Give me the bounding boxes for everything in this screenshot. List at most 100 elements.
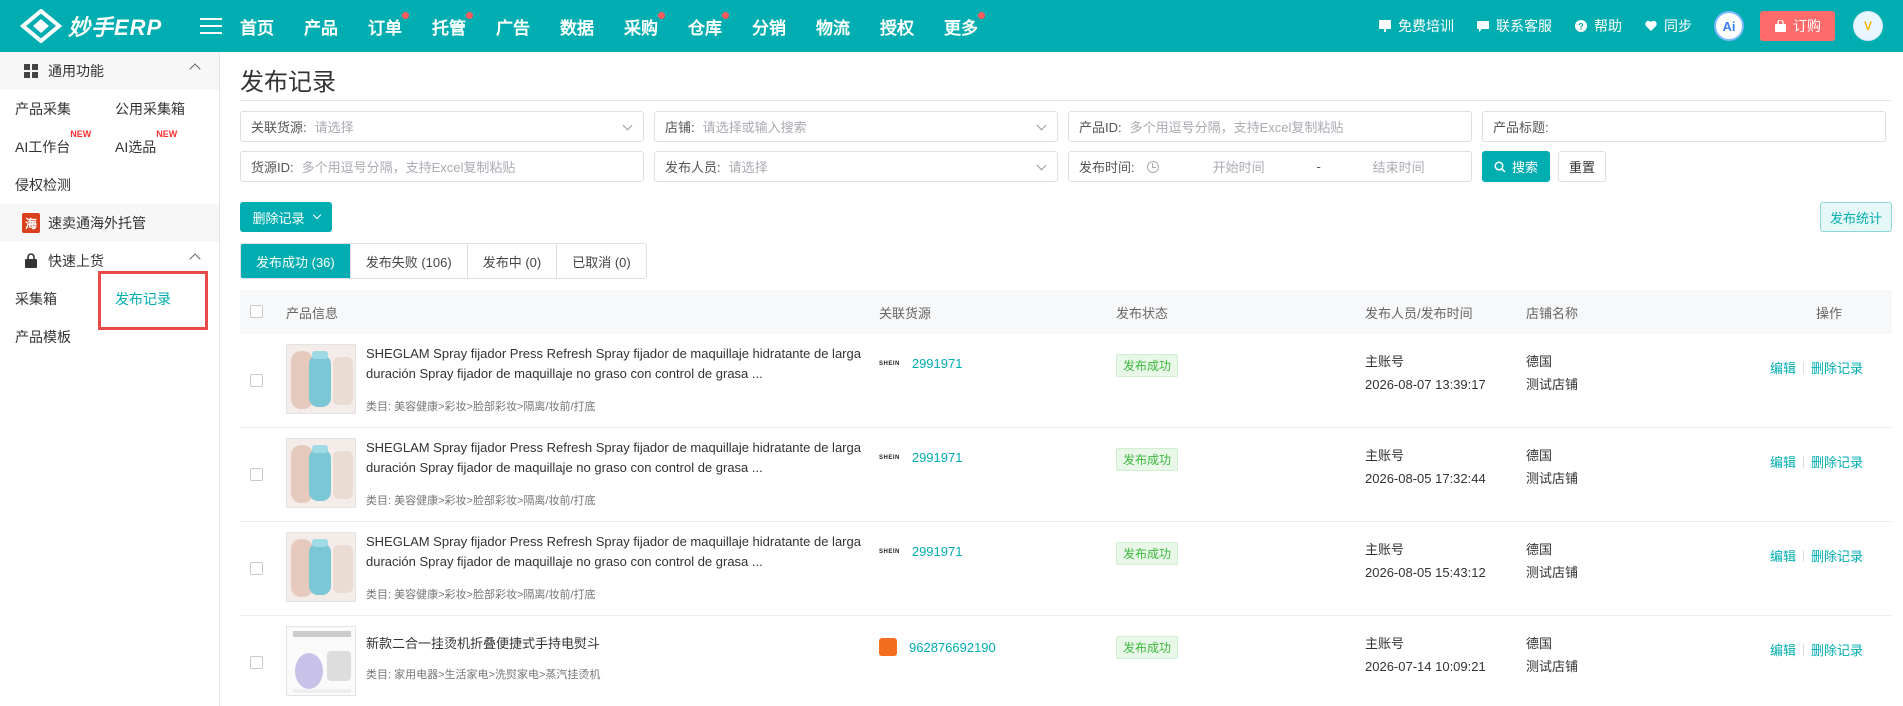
sync-label: 同步 <box>1664 18 1692 34</box>
nav-label: 广告 <box>496 18 530 38</box>
product-thumbnail[interactable] <box>286 626 356 696</box>
product-name[interactable]: 新款二合一挂烫机折叠便捷式手持电熨斗 <box>366 634 861 654</box>
product-name[interactable]: SHEGLAM Spray fijador Press Refresh Spra… <box>366 438 861 478</box>
table-header: 产品信息 关联货源 发布状态 发布人员/发布时间 店铺名称 操作 <box>240 290 1892 334</box>
hai-icon: 海 <box>22 213 40 233</box>
delete-record-link[interactable]: 删除记录 <box>1811 546 1863 565</box>
row-checkbox[interactable] <box>250 374 263 387</box>
product-name[interactable]: SHEGLAM Spray fijador Press Refresh Spra… <box>366 344 861 384</box>
source-id-link[interactable]: 2991971 <box>912 356 963 371</box>
nav-item-home[interactable]: 首页 <box>240 14 274 39</box>
nav-item-warehouse[interactable]: 仓库 <box>688 11 729 39</box>
nav-item-purchase[interactable]: 采购 <box>624 11 665 39</box>
nav-item-hosting[interactable]: 托管 <box>432 11 473 39</box>
delete-record-link[interactable]: 删除记录 <box>1811 452 1863 471</box>
free-training-link[interactable]: 免费培训 <box>1378 16 1454 36</box>
source-info: SHEIN 2991971 <box>879 544 962 559</box>
group-label: 速卖通海外托管 <box>48 215 146 231</box>
tab-publish-failed[interactable]: 发布失败 (106) <box>350 244 468 278</box>
product-thumbnail[interactable] <box>286 438 356 508</box>
nav-item-distribution[interactable]: 分销 <box>752 14 786 39</box>
sidebar-item-product-collect[interactable]: 产品采集 <box>0 99 100 119</box>
nav-label: 首页 <box>240 18 274 38</box>
publish-stats-button[interactable]: 发布统计 <box>1820 202 1892 232</box>
source-id-link[interactable]: 2991971 <box>912 544 963 559</box>
row-checkbox[interactable] <box>250 562 263 575</box>
sidebar-item-product-template[interactable]: 产品模板 <box>0 327 100 347</box>
search-button[interactable]: 搜索 <box>1482 151 1550 182</box>
store-info: 德国 测试店铺 <box>1526 542 1579 580</box>
source-id-input[interactable]: 货源ID: 多个用逗号分隔，支持Excel复制粘贴 <box>240 151 644 182</box>
row-checkbox[interactable] <box>250 468 263 481</box>
publish-time-range[interactable]: 发布时间: 开始时间 - 结束时间 <box>1068 151 1472 182</box>
filter-label: 发布时间: <box>1079 160 1135 175</box>
nav-item-ads[interactable]: 广告 <box>496 14 530 39</box>
sidebar-item-ai-workbench[interactable]: AI工作台 NEW <box>0 129 100 157</box>
delete-record-link[interactable]: 删除记录 <box>1811 358 1863 377</box>
delete-records-dropdown[interactable]: 删除记录 <box>240 202 332 232</box>
row-checkbox[interactable] <box>250 656 263 669</box>
edit-link[interactable]: 编辑 <box>1770 358 1796 377</box>
product-category: 类目: 美容健康>彩妆>脸部彩妆>隔离/妆前/打底 <box>366 401 596 413</box>
header-product-info: 产品信息 <box>286 305 339 321</box>
status-tabs: 发布成功 (36) 发布失败 (106) 发布中 (0) 已取消 (0) <box>240 243 647 279</box>
main-nav: 首页 产品 订单 托管 广告 数据 采购 仓库 分销 物流 授权 更多 <box>240 11 1008 39</box>
sync-link[interactable]: 同步 <box>1644 16 1692 36</box>
source-select[interactable]: 关联货源: 请选择 <box>240 111 644 142</box>
ai-assistant-button[interactable]: Ai <box>1714 11 1744 41</box>
sidebar-item-infringement-check[interactable]: 侵权检测 <box>0 175 100 195</box>
edit-link[interactable]: 编辑 <box>1770 452 1796 471</box>
product-thumbnail[interactable] <box>286 344 356 414</box>
product-title-input[interactable]: 产品标题: <box>1482 111 1886 142</box>
filter-label: 产品ID: <box>1079 120 1122 135</box>
grid-icon <box>22 62 40 80</box>
filter-placeholder: 多个用逗号分隔，支持Excel复制粘贴 <box>1129 120 1344 135</box>
start-time-placeholder[interactable]: 开始时间 <box>1179 157 1299 176</box>
publisher-select[interactable]: 发布人员: 请选择 <box>654 151 1058 182</box>
product-name[interactable]: SHEGLAM Spray fijador Press Refresh Spra… <box>366 532 861 572</box>
filter-placeholder: 多个用逗号分隔，支持Excel复制粘贴 <box>301 160 516 175</box>
edit-link[interactable]: 编辑 <box>1770 546 1796 565</box>
menu-toggle-icon[interactable] <box>200 18 222 34</box>
1688-logo-icon <box>879 638 897 656</box>
tab-publishing[interactable]: 发布中 (0) <box>467 244 558 278</box>
sidebar-item-collect-box[interactable]: 采集箱 <box>0 289 100 309</box>
app-logo[interactable]: 妙手ERP <box>20 9 195 43</box>
nav-item-authorization[interactable]: 授权 <box>880 14 914 39</box>
top-navigation-bar: 妙手ERP 首页 产品 订单 托管 广告 数据 采购 仓库 分销 物流 授权 更… <box>0 0 1903 52</box>
nav-item-orders[interactable]: 订单 <box>368 11 409 39</box>
order-button[interactable]: 订购 <box>1760 11 1835 41</box>
shop-select[interactable]: 店铺: 请选择或输入搜索 <box>654 111 1058 142</box>
nav-item-products[interactable]: 产品 <box>304 14 338 39</box>
source-info: SHEIN 2991971 <box>879 450 962 465</box>
product-id-input[interactable]: 产品ID: 多个用逗号分隔，支持Excel复制粘贴 <box>1068 111 1472 142</box>
notification-dot <box>402 11 409 19</box>
nav-item-more[interactable]: 更多 <box>944 11 985 39</box>
source-id-link[interactable]: 2991971 <box>912 450 963 465</box>
support-label: 联系客服 <box>1496 18 1552 34</box>
order-label: 订购 <box>1793 18 1821 34</box>
sidebar-group-general[interactable]: 通用功能 <box>0 52 219 90</box>
sidebar-item-ai-product-selection[interactable]: AI选品 NEW <box>100 129 215 157</box>
select-all-checkbox[interactable] <box>250 305 263 318</box>
product-thumbnail[interactable] <box>286 532 356 602</box>
help-link[interactable]: ? 帮助 <box>1574 16 1622 36</box>
product-category: 类目: 美容健康>彩妆>脸部彩妆>隔离/妆前/打底 <box>366 589 596 601</box>
delete-record-link[interactable]: 删除记录 <box>1811 640 1863 659</box>
tab-publish-success[interactable]: 发布成功 (36) <box>241 244 351 278</box>
reset-button[interactable]: 重置 <box>1558 151 1606 182</box>
source-id-link[interactable]: 962876692190 <box>909 640 996 655</box>
contact-support-link[interactable]: 联系客服 <box>1476 16 1552 36</box>
table-row: SHEGLAM Spray fijador Press Refresh Spra… <box>240 428 1892 522</box>
training-label: 免费培训 <box>1398 18 1454 34</box>
nav-item-logistics[interactable]: 物流 <box>816 14 850 39</box>
shein-logo: SHEIN <box>879 548 900 555</box>
nav-item-data[interactable]: 数据 <box>560 14 594 39</box>
sidebar-item-public-collect-box[interactable]: 公用采集箱 <box>100 99 215 119</box>
user-avatar[interactable]: V <box>1853 11 1883 41</box>
chevron-down-icon <box>1036 120 1047 131</box>
edit-link[interactable]: 编辑 <box>1770 640 1796 659</box>
end-time-placeholder[interactable]: 结束时间 <box>1339 157 1459 176</box>
tab-cancelled[interactable]: 已取消 (0) <box>557 244 646 278</box>
sidebar-group-aliexpress-hosting[interactable]: 海 速卖通海外托管 <box>0 204 219 242</box>
